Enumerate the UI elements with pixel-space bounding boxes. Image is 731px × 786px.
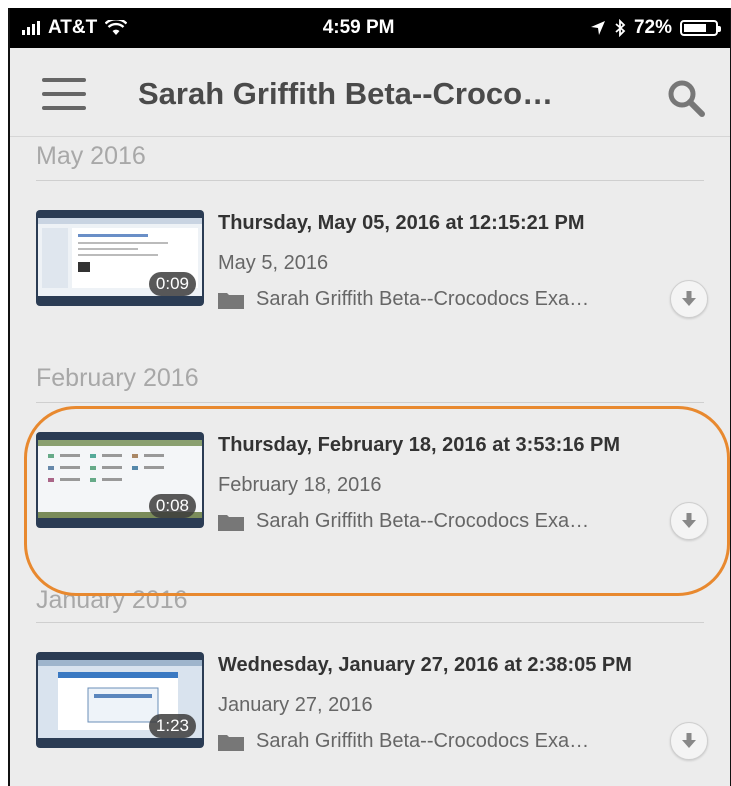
- battery-fill: [684, 24, 706, 32]
- location-arrow-icon: [590, 21, 605, 35]
- folder-row: Sarah Griffith Beta--Crocodocs Exa…: [218, 510, 589, 533]
- download-arrow-icon: [682, 291, 696, 306]
- nav-bar: Sarah Griffith Beta--Croco…: [10, 48, 730, 137]
- item-title: Thursday, May 05, 2016 at 12:15:21 PM: [218, 212, 585, 234]
- duration-badge: 0:09: [148, 272, 196, 296]
- download-button[interactable]: [670, 502, 708, 540]
- item-folder: Sarah Griffith Beta--Crocodocs Exa…: [256, 730, 590, 752]
- video-thumbnail[interactable]: 0:08: [36, 432, 204, 528]
- download-arrow-icon: [682, 513, 696, 528]
- battery-percent: 72%: [633, 17, 672, 38]
- video-thumbnail[interactable]: 1:23: [36, 652, 204, 748]
- section-divider: [36, 622, 704, 623]
- folder-row: Sarah Griffith Beta--Crocodocs Exa…: [218, 730, 589, 753]
- search-icon[interactable]: [666, 78, 706, 118]
- download-button[interactable]: [670, 722, 708, 760]
- signal-icon: [22, 21, 40, 35]
- section-header-january-2016: January 2016: [36, 586, 188, 614]
- wifi-icon: [105, 20, 128, 35]
- page-title: Sarah Griffith Beta--Croco…: [138, 76, 554, 111]
- folder-icon: [218, 514, 244, 531]
- battery-icon: [680, 20, 721, 36]
- item-folder: Sarah Griffith Beta--Crocodocs Exa…: [256, 288, 590, 310]
- section-divider: [36, 402, 704, 403]
- carrier-label: AT&T: [48, 17, 98, 38]
- download-arrow-icon: [682, 733, 696, 748]
- recording-item[interactable]: 0:09 Thursday, May 05, 2016 at 12:15:21 …: [10, 210, 730, 350]
- status-bar: AT&T 4:59 PM 72%: [10, 8, 730, 48]
- folder-icon: [218, 734, 244, 751]
- video-thumbnail[interactable]: 0:09: [36, 210, 204, 306]
- recording-item[interactable]: 0:08 Thursday, February 18, 2016 at 3:53…: [10, 432, 730, 572]
- hamburger-menu-icon[interactable]: [42, 78, 86, 110]
- download-button[interactable]: [670, 280, 708, 318]
- folder-row: Sarah Griffith Beta--Crocodocs Exa…: [218, 288, 589, 311]
- phone-screen: AT&T 4:59 PM 72% Sarah Griffith Beta--Cr…: [8, 8, 731, 786]
- bluetooth-icon: [615, 19, 626, 37]
- status-right: 72%: [590, 17, 721, 39]
- item-title: Wednesday, January 27, 2016 at 2:38:05 P…: [218, 654, 632, 676]
- item-date: January 27, 2016: [218, 694, 373, 716]
- recording-item[interactable]: 1:23 Wednesday, January 27, 2016 at 2:38…: [10, 652, 730, 786]
- section-header-february-2016: February 2016: [36, 364, 199, 392]
- duration-badge: 0:08: [148, 494, 196, 518]
- duration-badge: 1:23: [148, 714, 196, 738]
- status-time: 4:59 PM: [322, 17, 395, 38]
- section-divider: [36, 180, 704, 181]
- item-title: Thursday, February 18, 2016 at 3:53:16 P…: [218, 434, 621, 456]
- item-date: May 5, 2016: [218, 252, 329, 274]
- status-left: AT&T: [22, 17, 128, 39]
- section-header-may-2016: May 2016: [36, 142, 146, 170]
- item-date: February 18, 2016: [218, 474, 382, 496]
- folder-icon: [218, 292, 244, 309]
- item-folder: Sarah Griffith Beta--Crocodocs Exa…: [256, 510, 590, 532]
